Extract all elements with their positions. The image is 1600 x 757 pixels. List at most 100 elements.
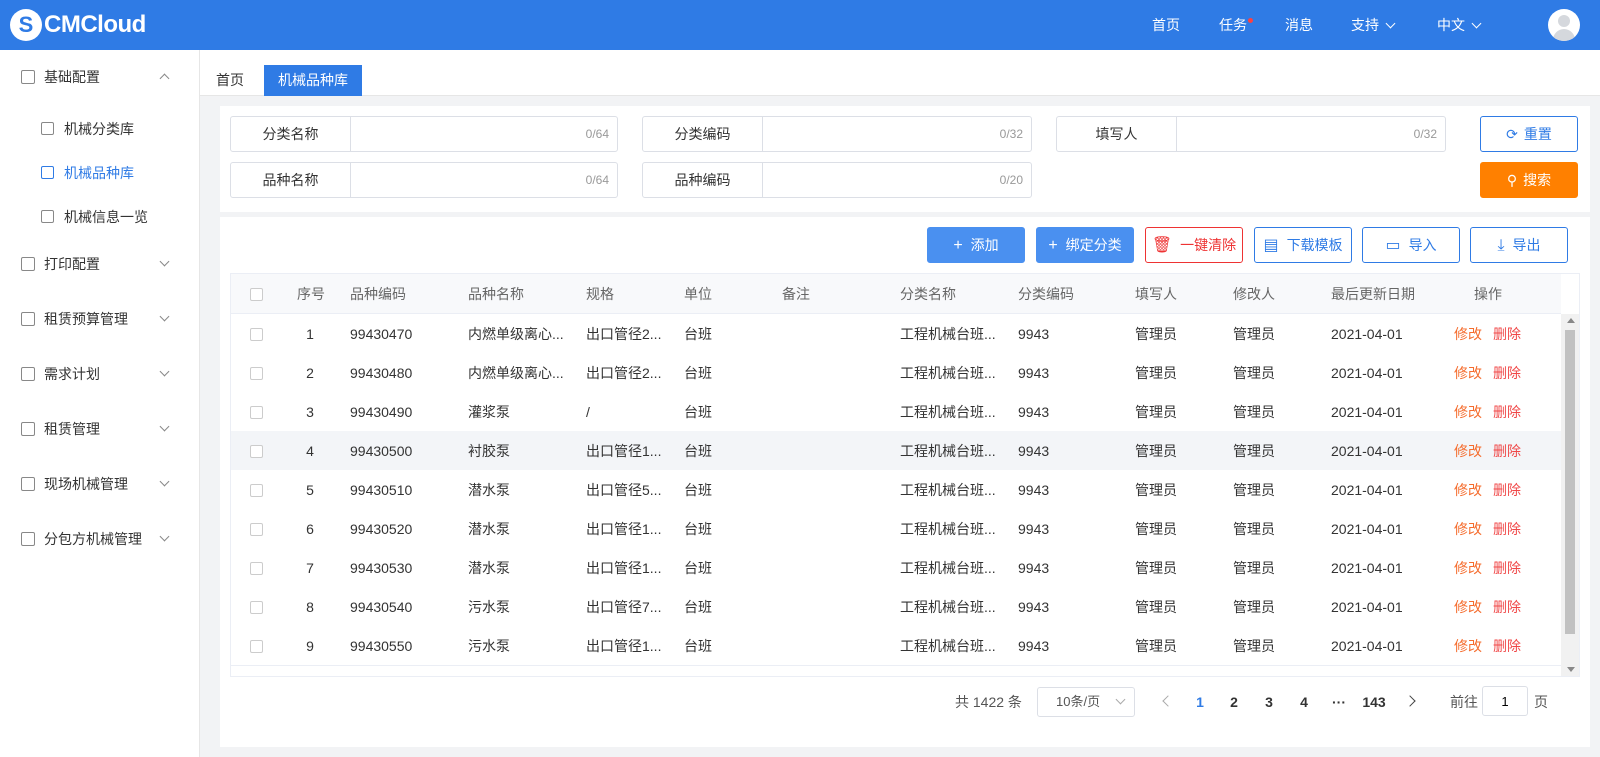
import-button[interactable]: ▭ 导入 (1362, 227, 1460, 263)
reset-button[interactable]: ⟳ 重置 (1480, 116, 1578, 152)
delete-link[interactable]: 删除 (1493, 626, 1521, 666)
scroll-up-icon[interactable] (1567, 318, 1575, 323)
table-row[interactable]: 3 99430490 灌浆泵 / 台班 工程机械台班... 9943 管理员 管理员 2021-0… (231, 392, 1561, 432)
row-checkbox[interactable] (250, 601, 263, 614)
page-ellipsis[interactable]: ··· (1324, 687, 1354, 717)
delete-link[interactable]: 删除 (1493, 392, 1521, 432)
cell-unit: 台班 (684, 365, 712, 381)
table-row[interactable]: 2 99430480 内燃单级离心... 出口管径2... 台班 工程机械台班... 994… (231, 353, 1561, 393)
bind-category-button[interactable]: + 绑定分类 (1036, 227, 1134, 263)
delete-link[interactable]: 删除 (1493, 548, 1521, 588)
sidebar-item-lease-management[interactable]: 租赁管理 (0, 409, 199, 449)
sidebar-item-subcontractor-machinery[interactable]: 分包方机械管理 (0, 519, 199, 559)
cell-editor: 管理员 (1233, 404, 1275, 420)
category-code-input[interactable] (764, 117, 991, 151)
cell-no: 4 (306, 443, 314, 459)
edit-link[interactable]: 修改 (1454, 626, 1482, 666)
edit-link[interactable]: 修改 (1454, 470, 1482, 510)
cell-no: 9 (306, 638, 314, 654)
delete-link[interactable]: 删除 (1493, 509, 1521, 549)
row-checkbox[interactable] (250, 445, 263, 458)
scrollbar-thumb[interactable] (1565, 330, 1575, 634)
cell-note (782, 314, 892, 354)
logo[interactable]: S CMCloud (10, 9, 146, 41)
delete-link[interactable]: 删除 (1493, 470, 1521, 510)
category-name-input[interactable] (352, 117, 577, 151)
prev-page-icon[interactable] (1162, 695, 1174, 707)
search-button[interactable]: ⚲ 搜索 (1480, 162, 1578, 198)
row-checkbox[interactable] (250, 484, 263, 497)
edit-link[interactable]: 修改 (1454, 431, 1482, 471)
sidebar-item-print-config[interactable]: 打印配置 (0, 244, 199, 284)
edit-link[interactable]: 修改 (1454, 509, 1482, 549)
page-1[interactable]: 1 (1185, 687, 1215, 717)
search-icon: ⚲ (1506, 172, 1518, 188)
col-header-actions: 操作 (1474, 286, 1502, 302)
cell-category-code: 9943 (1018, 560, 1050, 576)
next-page-icon[interactable] (1404, 695, 1416, 707)
cell-category-code: 9943 (1018, 365, 1050, 381)
table-row[interactable]: 1 99430470 内燃单级离心... 出口管径2... 台班 工程机械台班... 994… (231, 314, 1561, 354)
category-code-field: 分类编码 0/32 (642, 116, 1032, 152)
nav-tasks[interactable]: 任务 (1219, 0, 1253, 50)
page-3[interactable]: 3 (1254, 687, 1284, 717)
export-button[interactable]: ⤓ 导出 (1470, 227, 1568, 263)
sidebar-item-variety-library[interactable]: 机械品种库 (0, 153, 199, 193)
edit-link[interactable]: 修改 (1454, 392, 1482, 432)
row-checkbox[interactable] (250, 367, 263, 380)
nav-messages[interactable]: 消息 (1285, 0, 1313, 50)
edit-link[interactable]: 修改 (1454, 314, 1482, 354)
tab-variety-library[interactable]: 机械品种库 (264, 65, 362, 96)
page-last[interactable]: 143 (1359, 687, 1389, 717)
sidebar-item-site-machinery[interactable]: 现场机械管理 (0, 464, 199, 504)
page-4[interactable]: 4 (1289, 687, 1319, 717)
table-row[interactable]: 4 99430500 衬胶泵 出口管径1... 台班 工程机械台班... 9943 管理员 管理… (231, 431, 1561, 471)
cell-last-updated: 2021-04-01 (1331, 638, 1403, 654)
sidebar-item-machine-info[interactable]: 机械信息一览 (0, 197, 199, 237)
delete-link[interactable]: 删除 (1493, 431, 1521, 471)
delete-link[interactable]: 删除 (1493, 314, 1521, 354)
edit-link[interactable]: 修改 (1454, 548, 1482, 588)
delete-link[interactable]: 删除 (1493, 587, 1521, 627)
row-checkbox[interactable] (250, 562, 263, 575)
edit-link[interactable]: 修改 (1454, 353, 1482, 393)
sidebar-item-basic-config[interactable]: 基础配置 (0, 57, 199, 97)
cell-variety-name: 潜水泵 (468, 482, 510, 498)
page-2[interactable]: 2 (1219, 687, 1249, 717)
cell-spec: 出口管径2... (586, 365, 662, 381)
row-checkbox[interactable] (250, 523, 263, 536)
download-template-button[interactable]: ▤ 下载模板 (1254, 227, 1352, 263)
goto-page-input[interactable] (1482, 686, 1528, 716)
row-checkbox[interactable] (250, 640, 263, 653)
cell-variety-code: 99430480 (350, 365, 413, 381)
select-all-checkbox[interactable] (250, 288, 263, 301)
variety-code-input[interactable] (764, 163, 991, 197)
clear-all-button[interactable]: 🗑 一键清除 (1145, 227, 1243, 263)
delete-link[interactable]: 删除 (1493, 353, 1521, 393)
row-checkbox[interactable] (250, 406, 263, 419)
sidebar: 基础配置 机械分类库 机械品种库 机械信息一览 打印配置 租赁预算管理 需求计划… (0, 50, 200, 757)
variety-code-field: 品种编码 0/20 (642, 162, 1032, 198)
page-size-select[interactable]: 10条/页 (1037, 687, 1135, 717)
sidebar-item-category-library[interactable]: 机械分类库 (0, 109, 199, 149)
sidebar-item-demand-plan[interactable]: 需求计划 (0, 354, 199, 394)
sidebar-item-budget[interactable]: 租赁预算管理 (0, 299, 199, 339)
variety-name-input[interactable] (352, 163, 577, 197)
scroll-down-icon[interactable] (1567, 667, 1575, 672)
chevron-down-icon (159, 366, 170, 377)
add-button[interactable]: + 添加 (927, 227, 1025, 263)
table-row[interactable]: 7 99430530 潜水泵 出口管径1... 台班 工程机械台班... 9943 管理员 管理… (231, 548, 1561, 588)
table-row[interactable]: 5 99430510 潜水泵 出口管径5... 台班 工程机械台班... 9943 管理员 管理… (231, 470, 1561, 510)
edit-link[interactable]: 修改 (1454, 587, 1482, 627)
nav-support[interactable]: 支持 (1351, 0, 1396, 50)
filler-input[interactable] (1178, 117, 1405, 151)
user-avatar[interactable] (1548, 9, 1580, 41)
table-row[interactable]: 6 99430520 潜水泵 出口管径1... 台班 工程机械台班... 9943 管理员 管理… (231, 509, 1561, 549)
tab-home[interactable]: 首页 (202, 65, 258, 96)
nav-home[interactable]: 首页 (1152, 0, 1180, 50)
row-checkbox[interactable] (250, 328, 263, 341)
nav-language[interactable]: 中文 (1437, 0, 1482, 50)
table-row[interactable]: 8 99430540 污水泵 出口管径7... 台班 工程机械台班... 9943 管理员 管理… (231, 587, 1561, 627)
table-scrollbar[interactable] (1561, 314, 1579, 676)
table-row[interactable]: 9 99430550 污水泵 出口管径1... 台班 工程机械台班... 9943 管理员 管理… (231, 626, 1561, 666)
